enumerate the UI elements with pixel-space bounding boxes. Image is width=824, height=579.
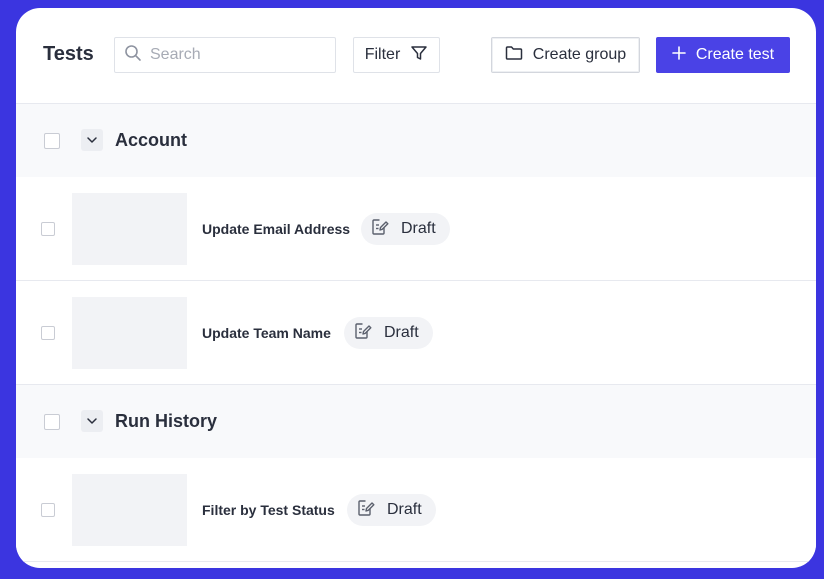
search-box[interactable] [114, 37, 357, 73]
group-checkbox[interactable] [44, 414, 60, 430]
status-badge: Draft [344, 317, 433, 349]
status-label: Draft [387, 501, 422, 518]
status-badge: Draft [347, 494, 436, 526]
test-checkbox[interactable] [41, 222, 55, 236]
edit-document-icon [371, 218, 389, 241]
tests-panel: Tests Filter Create group Create test [16, 8, 816, 568]
status-badge: Draft [361, 213, 450, 245]
filter-button-label: Filter [364, 46, 401, 63]
chevron-down-icon[interactable] [81, 129, 103, 151]
status-label: Draft [384, 324, 419, 341]
test-row[interactable]: Filter by Test Status Draft [16, 458, 816, 562]
test-thumbnail [72, 297, 187, 369]
plus-icon [672, 45, 686, 65]
chevron-down-icon[interactable] [81, 410, 103, 432]
toolbar: Tests Filter Create group Create test [16, 8, 816, 104]
test-checkbox[interactable] [41, 326, 55, 340]
test-row[interactable]: Update Team Name Draft [16, 281, 816, 385]
filter-icon [410, 44, 428, 67]
test-name[interactable]: Filter by Test Status [202, 502, 335, 518]
edit-document-icon [357, 499, 375, 522]
create-group-button[interactable]: Create group [491, 37, 640, 73]
search-input[interactable] [150, 46, 357, 64]
create-group-label: Create group [532, 46, 627, 63]
search-icon [124, 44, 142, 67]
test-name[interactable]: Update Email Address [202, 221, 350, 237]
test-name[interactable]: Update Team Name [202, 325, 331, 341]
test-thumbnail [72, 474, 187, 546]
group-row-account[interactable]: Account [16, 104, 816, 178]
test-thumbnail [72, 193, 187, 265]
edit-document-icon [354, 322, 372, 345]
test-checkbox[interactable] [41, 503, 55, 517]
status-label: Draft [401, 220, 436, 237]
test-row[interactable]: Update Email Address Draft [16, 177, 816, 281]
group-checkbox[interactable] [44, 133, 60, 149]
filter-button[interactable]: Filter [353, 37, 440, 73]
create-test-button[interactable]: Create test [656, 37, 790, 73]
create-test-label: Create test [695, 46, 775, 63]
group-row-run-history[interactable]: Run History [16, 385, 816, 459]
group-name: Account [115, 130, 187, 150]
folder-icon [505, 45, 523, 66]
group-name: Run History [115, 411, 218, 431]
page-title: Tests [43, 43, 94, 65]
